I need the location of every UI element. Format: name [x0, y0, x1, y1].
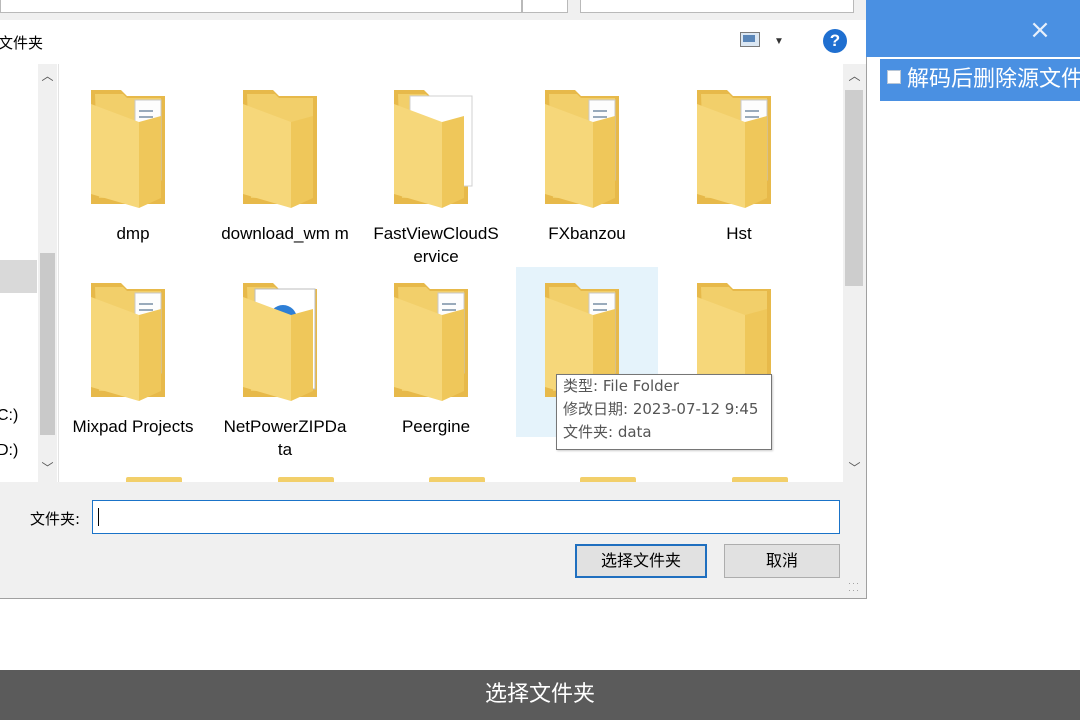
- folder-item[interactable]: FastViewCloudS ervice: [365, 74, 507, 266]
- cancel-button[interactable]: 取消: [724, 544, 840, 578]
- toolbar-title: 文件夹: [0, 34, 44, 52]
- toolbar: 文件夹: [0, 20, 866, 64]
- folder-name: Mixpad Projects: [72, 417, 194, 436]
- navigation-pane: C:) D:) ︿ ﹀: [0, 64, 59, 482]
- tooltip-modified: 修改日期: 2023-07-12 9:45: [563, 400, 759, 418]
- files-scroll-thumb[interactable]: [845, 90, 863, 286]
- folder-item[interactable]: Mixpad Projects: [62, 267, 204, 437]
- files-scroll-down-icon[interactable]: ﹀: [846, 460, 863, 476]
- folder-name: Peergine: [401, 417, 471, 436]
- folder-item[interactable]: NetPowerZIPDa ta: [214, 267, 356, 459]
- folder-picker-dialog: 文件夹 ▼ ? C:) D:) ︿ ﹀ dmp download_wm m Fast…: [0, 0, 867, 599]
- folder-name: Hst: [726, 224, 752, 243]
- files-scrollbar[interactable]: ︿ ﹀: [843, 64, 865, 482]
- select-folder-bar[interactable]: 选择文件夹: [0, 670, 1080, 720]
- folder-field-label: 文件夹:: [30, 510, 81, 528]
- help-icon[interactable]: ?: [823, 29, 847, 53]
- view-mode-icon[interactable]: [740, 32, 760, 48]
- folder-name: download_wm m: [221, 224, 349, 243]
- folder-stub[interactable]: [732, 477, 788, 482]
- folder-stub[interactable]: [278, 477, 334, 482]
- folder-item[interactable]: Peergine: [365, 267, 507, 437]
- text-caret: [98, 508, 99, 526]
- folder-name: NetPowerZIPDa ta: [223, 417, 347, 459]
- nav-scroll-down-icon[interactable]: ﹀: [39, 460, 56, 476]
- search-box[interactable]: [580, 0, 854, 13]
- delete-source-option[interactable]: 解码后删除源文件: [880, 59, 1080, 101]
- tooltip-type: 类型: File Folder: [563, 377, 680, 395]
- select-folder-bar-label: 选择文件夹: [484, 682, 595, 707]
- folder-item[interactable]: download_wm m: [214, 74, 356, 244]
- view-dropdown-arrow-icon[interactable]: ▼: [774, 36, 784, 47]
- folder-name-input[interactable]: [92, 500, 840, 534]
- folder-item[interactable]: FXbanzou: [516, 74, 658, 244]
- nav-drive-c[interactable]: C:): [0, 407, 18, 425]
- address-bar[interactable]: [0, 0, 522, 13]
- folder-name: dmp: [116, 224, 150, 243]
- address-dropdown[interactable]: [522, 0, 568, 13]
- tooltip-folder: 文件夹: data: [563, 423, 652, 441]
- folder-stub[interactable]: [126, 477, 182, 482]
- folder-name: FastViewCloudS ervice: [373, 224, 499, 266]
- delete-source-checkbox[interactable]: [887, 70, 901, 84]
- nav-scroll-thumb[interactable]: [40, 253, 55, 435]
- nav-drive-d[interactable]: D:): [0, 442, 18, 460]
- select-folder-button[interactable]: 选择文件夹: [575, 544, 707, 578]
- folder-stub[interactable]: [580, 477, 636, 482]
- folder-stub[interactable]: [429, 477, 485, 482]
- close-icon[interactable]: ×: [1026, 16, 1054, 44]
- resize-grip-icon[interactable]: ··· ···: [848, 579, 862, 595]
- nav-scrollbar[interactable]: ︿ ﹀: [38, 64, 57, 482]
- files-scroll-up-icon[interactable]: ︿: [846, 68, 863, 84]
- folder-item[interactable]: dmp: [62, 74, 204, 244]
- delete-source-label: 解码后删除源文件: [907, 67, 1080, 92]
- nav-scroll-up-icon[interactable]: ︿: [39, 68, 56, 84]
- folder-tooltip: 类型: File Folder 修改日期: 2023-07-12 9:45 文件…: [556, 374, 772, 450]
- nav-selected-item[interactable]: [0, 260, 37, 293]
- folder-item[interactable]: Hst: [668, 74, 810, 244]
- folder-name: FXbanzou: [548, 224, 626, 243]
